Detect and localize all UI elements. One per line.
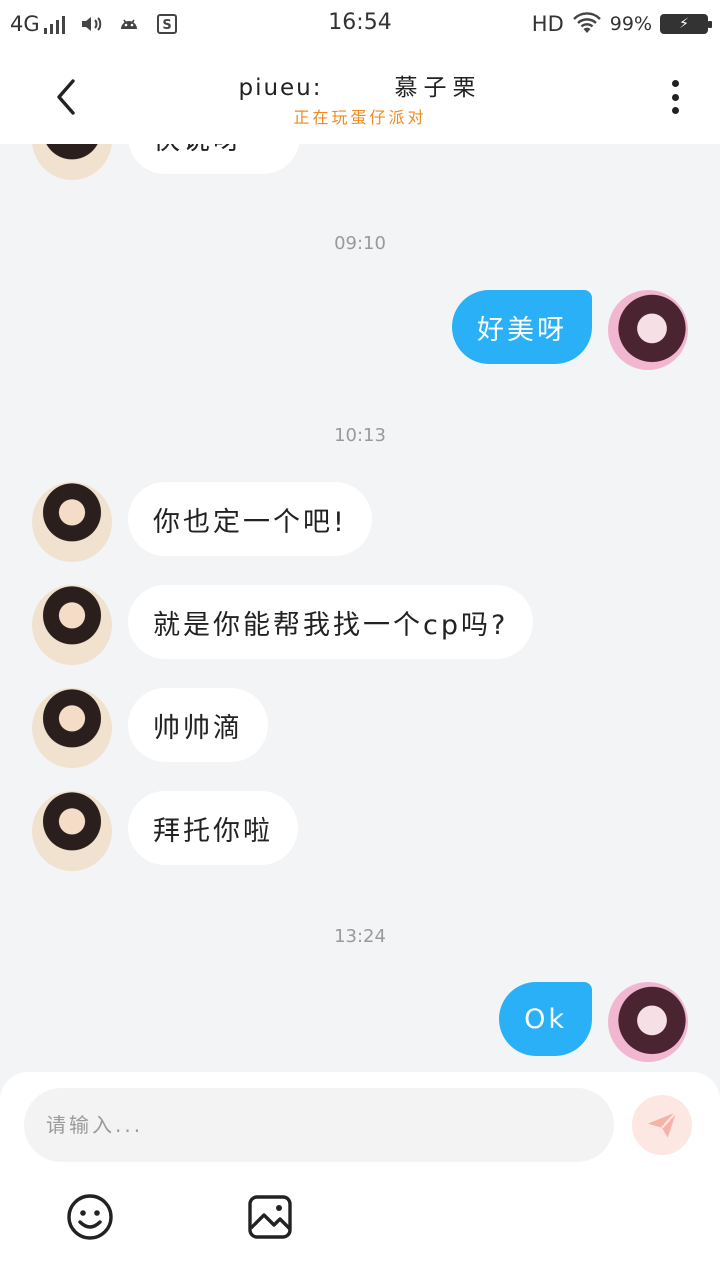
image-button[interactable]: [245, 1192, 295, 1242]
send-button[interactable]: [632, 1095, 692, 1155]
message-text: 快说呀: [153, 144, 243, 157]
hd-label: HD: [531, 12, 564, 36]
wifi-icon: [572, 12, 602, 36]
status-right: HD 99% ⚡: [531, 12, 712, 36]
user-avatar[interactable]: [608, 982, 688, 1062]
message-text: 拜托你啦: [153, 815, 273, 847]
more-button[interactable]: [660, 78, 690, 118]
user-avatar[interactable]: [608, 290, 688, 370]
received-message[interactable]: 帅帅滴: [128, 688, 268, 762]
contact-status: 正在玩蛋仔派对: [293, 108, 427, 127]
contact-avatar[interactable]: [32, 482, 112, 562]
message-text: 就是你能帮我找一个cp吗?: [153, 609, 509, 641]
contact-name: 慕子栗: [394, 75, 482, 101]
time-divider: 09:10: [334, 233, 386, 254]
contact-avatar[interactable]: [32, 144, 112, 180]
smiley-icon: [67, 1194, 113, 1240]
input-panel: [0, 1072, 720, 1280]
time-divider: 10:13: [334, 425, 386, 446]
paper-plane-icon: [647, 1111, 677, 1138]
sent-message[interactable]: Ok: [499, 982, 592, 1056]
received-message[interactable]: 你也定一个吧!: [128, 482, 372, 556]
message-text: 你也定一个吧!: [153, 506, 347, 538]
title-prefix: piueu:: [238, 75, 323, 101]
status-bar: 4G S 16:54 HD 99% ⚡: [0, 0, 720, 50]
chat-title: piueu: 慕子栗: [0, 68, 720, 102]
received-message[interactable]: 就是你能帮我找一个cp吗?: [128, 585, 534, 659]
contact-avatar[interactable]: [32, 791, 112, 871]
message-text: Ok: [524, 1003, 567, 1035]
received-message[interactable]: 拜托你啦: [128, 791, 298, 865]
chat-messages[interactable]: 快说呀 09:10 好美呀 10:13 你也定一个吧! 就是你能帮我找一个cp吗…: [0, 144, 720, 1074]
message-text: 好美呀: [477, 314, 567, 346]
battery-percent: 99%: [609, 13, 652, 35]
chat-header: piueu: 慕子栗 正在玩蛋仔派对: [0, 50, 720, 144]
message-input[interactable]: [24, 1088, 614, 1162]
message-text: 帅帅滴: [153, 712, 243, 744]
sent-message[interactable]: 好美呀: [452, 290, 592, 364]
received-message[interactable]: 快说呀: [128, 144, 300, 174]
battery-icon: ⚡: [660, 14, 712, 34]
contact-avatar[interactable]: [32, 585, 112, 665]
emoji-button[interactable]: [65, 1192, 115, 1242]
image-icon: [248, 1195, 292, 1239]
time-divider: 13:24: [334, 926, 386, 947]
more-vertical-icon: [671, 80, 679, 114]
contact-avatar[interactable]: [32, 688, 112, 768]
